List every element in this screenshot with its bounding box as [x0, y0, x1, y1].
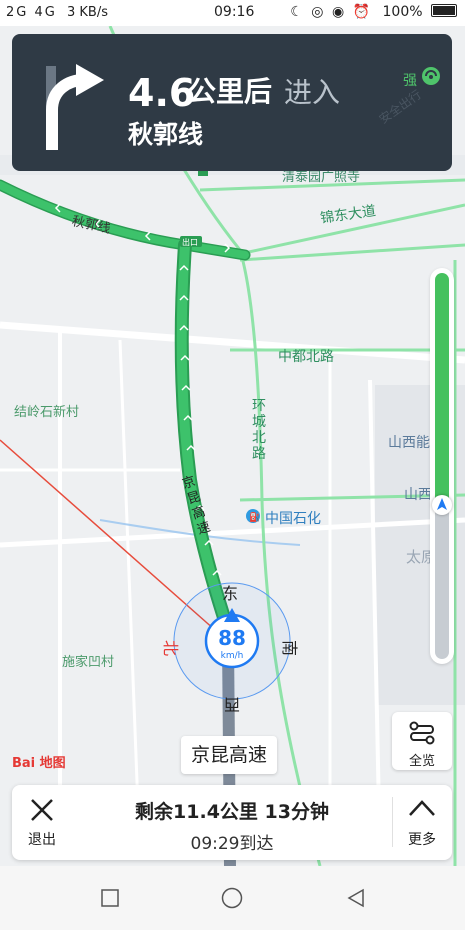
exit-label: 退出: [28, 832, 56, 848]
battery-icon: [431, 4, 457, 17]
status-left: 2G 4G 3 KB/s: [6, 5, 108, 20]
signal-icon: 2G 4G: [6, 5, 57, 20]
map-label-sinopec: 中国石化: [265, 511, 321, 527]
map-label-zhongdu: 中都北路: [278, 349, 334, 365]
system-nav-bar: [0, 866, 465, 930]
overview-label: 全览: [408, 754, 435, 769]
exit-button[interactable]: 退出: [12, 785, 72, 860]
more-label: 更多: [408, 832, 436, 848]
map-label-jieling: 结岭石新村: [14, 405, 80, 420]
compass-north: 北: [161, 639, 181, 657]
speed-value: 88: [218, 626, 246, 650]
map-label-shanxi: 山西: [404, 487, 432, 503]
close-icon: [31, 799, 53, 821]
more-button[interactable]: 更多: [392, 785, 452, 860]
remaining-distance-time: 剩余11.4公里 13分钟: [135, 801, 329, 823]
route-progress-bar: [430, 268, 454, 664]
chevron-up-icon: [409, 800, 435, 816]
current-road-label: 京昆高速: [181, 736, 278, 774]
map-label-ringnorth: 环城北路: [252, 398, 266, 462]
compass-west: 西: [224, 695, 241, 714]
baidu-map-logo: Bai 地图: [12, 756, 66, 771]
map-label-shanxi-energy: 山西能: [388, 435, 430, 451]
status-right: ☾ ◎ ◉ ⏰ 100%: [290, 4, 457, 20]
battery-level: 100%: [382, 4, 423, 20]
status-bar: 2G 4G 3 KB/s 09:16 ☾ ◎ ◉ ⏰ 100%: [0, 0, 465, 26]
nav-road-name: 秋郭线: [128, 120, 204, 149]
nav-distance: 4.6: [128, 71, 196, 115]
map-label-shijia: 施家凹村: [62, 655, 115, 670]
overview-button[interactable]: 全览: [392, 712, 452, 770]
back-icon[interactable]: [346, 888, 366, 908]
progress-car-icon: [432, 494, 452, 515]
status-icons: ☾ ◎ ◉ ⏰: [290, 4, 373, 20]
turn-right-arrow-icon: [46, 64, 104, 150]
speed-unit: km/h: [220, 651, 244, 661]
compass-east: 东: [222, 584, 239, 603]
route-progress-remaining: [435, 273, 449, 505]
network-speed: 3 KB/s: [66, 5, 108, 20]
navigation-card[interactable]: 4.6 公里后 进入 秋郭线 强 安全出行: [12, 34, 452, 171]
map-label-exit: 出口: [182, 238, 198, 247]
arrival-time: 09:29到达: [190, 834, 274, 854]
home-icon[interactable]: [221, 887, 243, 909]
nav-distance-unit: 公里后: [188, 75, 273, 108]
nav-action: 进入: [284, 76, 341, 109]
compass-south: 南: [280, 639, 300, 657]
bottom-panel: 退出 剩余11.4公里 13分钟 09:29到达 更多: [12, 785, 452, 860]
watermark: 安全出行: [376, 87, 424, 127]
svg-text:⛽: ⛽: [249, 511, 260, 523]
route-overview-icon: [409, 721, 435, 745]
recents-icon[interactable]: [100, 888, 120, 908]
gps-signal-icon: [422, 67, 440, 85]
status-time: 09:16: [214, 4, 255, 20]
route-progress-done: [435, 504, 449, 659]
